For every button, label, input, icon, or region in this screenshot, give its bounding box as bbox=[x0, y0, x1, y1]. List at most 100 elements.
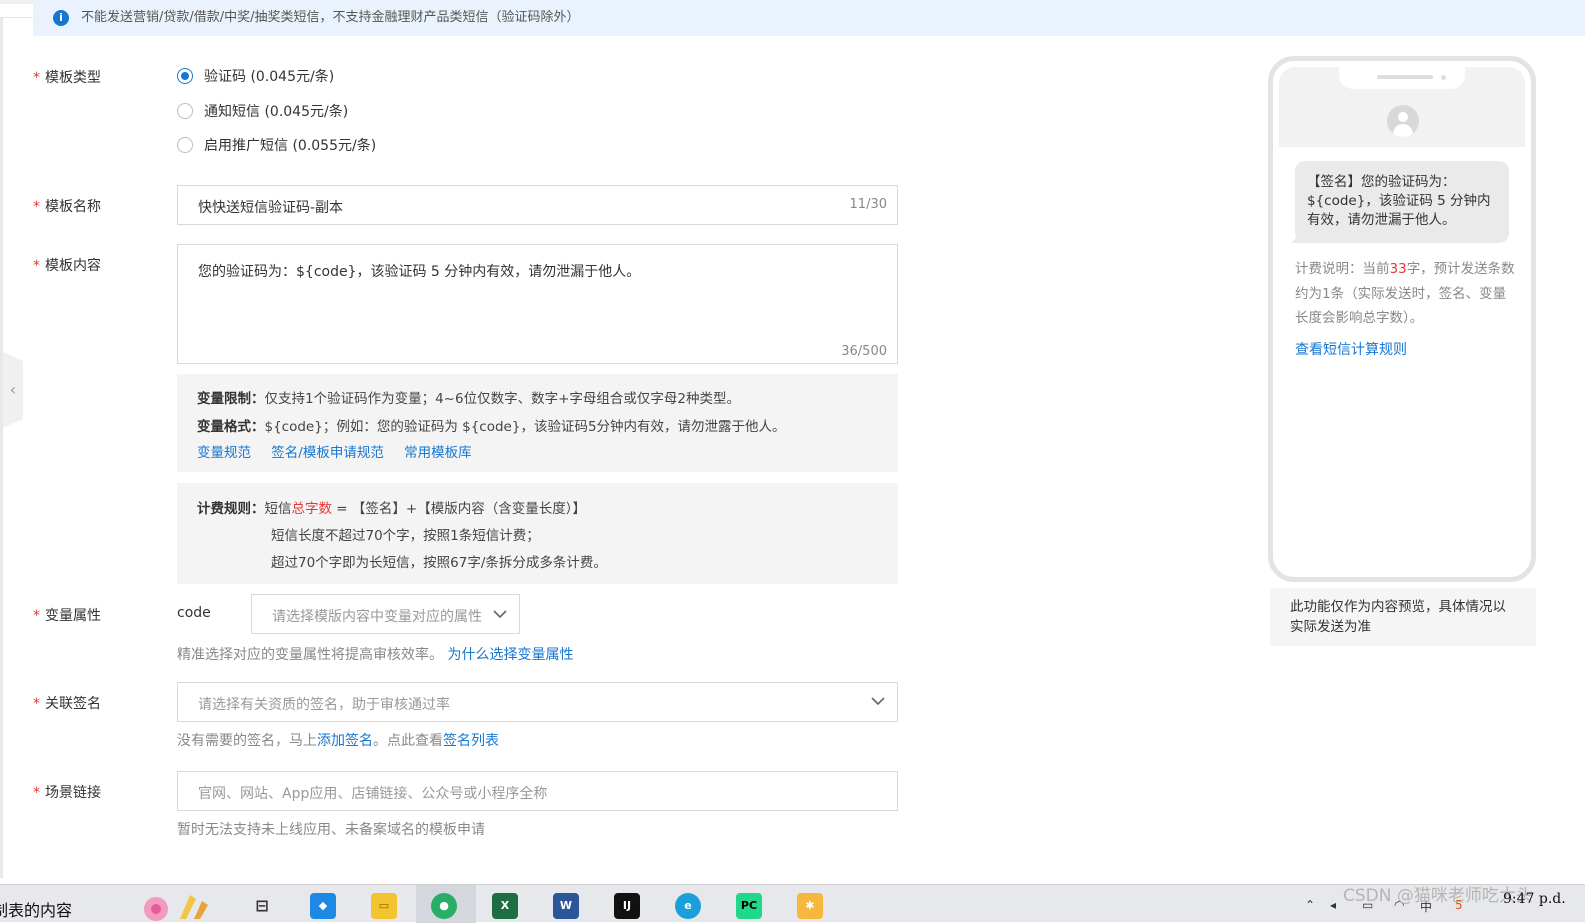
required-mark: * bbox=[33, 199, 40, 215]
hint-text: 。点此查看 bbox=[373, 733, 443, 749]
variable-format-line: 变量格式：${code}；例如：您的验证码为 ${code}，该验证码5分钟内有… bbox=[197, 415, 786, 435]
billing-text: = 【签名】+【模版内容（含变量长度）】 bbox=[332, 501, 586, 517]
task-view-icon[interactable]: ⊟ bbox=[249, 893, 275, 919]
left-sidebar-edge bbox=[0, 18, 3, 878]
variable-format-text: ${code}；例如：您的验证码为 ${code}，该验证码5分钟内有效，请勿泄… bbox=[264, 419, 786, 435]
required-mark: * bbox=[33, 608, 40, 624]
sms-preview-bubble: 【签名】您的验证码为：${code}，该验证码 5 分钟内有效，请勿泄漏于他人。 bbox=[1291, 161, 1509, 243]
variable-limit-line: 变量限制：仅支持1个验证码作为变量；4~6位仅数字、数字+字母组合或仅字母2种类… bbox=[197, 387, 740, 407]
template-content-label-text: 模板内容 bbox=[45, 258, 101, 274]
collapse-sidebar-button[interactable]: ‹ bbox=[3, 352, 23, 428]
variable-limit-text: 仅支持1个验证码作为变量；4~6位仅数字、数字+字母组合或仅字母2种类型。 bbox=[264, 391, 740, 407]
radio-label: 启用推广短信 (0.055元/条) bbox=[204, 138, 377, 154]
scene-link-hint: 暂时无法支持未上线应用、未备案域名的模板申请 bbox=[177, 822, 485, 838]
info-icon: i bbox=[53, 10, 69, 26]
tray-chevron-up-icon[interactable]: ⌃ bbox=[1305, 898, 1319, 912]
billing-rule-line: 短信长度不超过70个字，按照1条短信计费； bbox=[271, 528, 540, 544]
wechat-icon[interactable]: ● bbox=[431, 893, 457, 919]
radio-promotion[interactable]: 启用推广短信 (0.055元/条) bbox=[177, 135, 376, 155]
info-banner: i 不能发送营销/贷款/借款/中奖/抽奖类短信，不支持金融理财产品类短信（验证码… bbox=[33, 0, 1585, 36]
fee-count: 33 bbox=[1389, 261, 1407, 277]
vscode-icon[interactable]: ◆ bbox=[310, 893, 336, 919]
taskbar-clock[interactable]: 9:47 p.d. bbox=[1503, 891, 1566, 907]
billing-rule-line: 计费规则：短信总字数 = 【签名】+【模版内容（含变量长度）】 bbox=[197, 497, 586, 517]
hint-text: 精准选择对应的变量属性将提高审核效率。 bbox=[177, 647, 443, 663]
edge-icon[interactable]: e bbox=[675, 893, 701, 919]
radio-unchecked-icon[interactable] bbox=[177, 137, 193, 153]
scene-link-label: * 场景链接 bbox=[33, 782, 101, 802]
link-add-signature[interactable]: 添加签名 bbox=[317, 733, 373, 749]
template-type-label-text: 模板类型 bbox=[45, 70, 101, 86]
char-counter: 11/30 bbox=[849, 197, 887, 212]
select-placeholder: 请选择模版内容中变量对应的属性 bbox=[272, 609, 482, 625]
variable-name: code bbox=[177, 605, 211, 621]
intellij-icon[interactable]: IJ bbox=[614, 893, 640, 919]
chevron-down-icon bbox=[493, 610, 507, 619]
link-signature-list[interactable]: 签名列表 bbox=[443, 733, 499, 749]
phone-notch bbox=[1339, 67, 1465, 89]
folder-icon[interactable]: ▭ bbox=[371, 893, 397, 919]
hint-text: 没有需要的签名，马上 bbox=[177, 733, 317, 749]
signature-label-text: 关联签名 bbox=[45, 696, 101, 712]
key-app-icon[interactable]: ✱ bbox=[797, 893, 823, 919]
variable-attr-hint: 精准选择对应的变量属性将提高审核效率。 为什么选择变量属性 bbox=[177, 644, 573, 664]
fee-text: 计费说明：当前 bbox=[1295, 261, 1390, 277]
template-name-label-text: 模板名称 bbox=[45, 199, 101, 215]
chevron-left-icon: ‹ bbox=[9, 380, 17, 399]
required-mark: * bbox=[33, 70, 40, 86]
billing-rules-box: 计费规则：短信总字数 = 【签名】+【模版内容（含变量长度）】 短信长度不超过7… bbox=[177, 483, 898, 584]
info-banner-text: 不能发送营销/贷款/借款/中奖/抽奖类短信，不支持金融理财产品类短信（验证码除外… bbox=[81, 10, 580, 25]
billing-text: 短信 bbox=[264, 501, 292, 517]
scene-link-label-text: 场景链接 bbox=[45, 785, 101, 801]
radio-label: 验证码 (0.045元/条) bbox=[204, 69, 335, 85]
required-mark: * bbox=[33, 785, 40, 801]
radio-label: 通知短信 (0.045元/条) bbox=[204, 104, 349, 120]
chevron-down-icon bbox=[871, 697, 885, 706]
template-name-label: * 模板名称 bbox=[33, 196, 101, 216]
template-content-value: 您的验证码为：${code}，该验证码 5 分钟内有效，请勿泄漏于他人。 bbox=[198, 264, 641, 280]
radio-notification[interactable]: 通知短信 (0.045元/条) bbox=[177, 101, 348, 121]
variable-attr-select[interactable]: 请选择模版内容中变量对应的属性 bbox=[251, 594, 520, 634]
template-name-value: 快快送短信验证码-副本 bbox=[198, 200, 344, 216]
template-content-textarea[interactable]: 您的验证码为：${code}，该验证码 5 分钟内有效，请勿泄漏于他人。 36/… bbox=[177, 244, 898, 364]
required-mark: * bbox=[33, 696, 40, 712]
phone-header bbox=[1279, 67, 1525, 147]
billing-highlight: 总字数 bbox=[291, 501, 333, 517]
link-apply-spec[interactable]: 签名/模板申请规范 bbox=[271, 445, 384, 461]
phone-speaker bbox=[1377, 75, 1433, 79]
signature-hint: 没有需要的签名，马上添加签名。点此查看签名列表 bbox=[177, 730, 499, 750]
variable-format-title: 变量格式： bbox=[197, 419, 265, 435]
link-sms-calc-rules[interactable]: 查看短信计算规则 bbox=[1295, 339, 1407, 359]
link-template-library[interactable]: 常用模板库 bbox=[404, 445, 472, 461]
taskbar-app-text: 制表的内容 bbox=[0, 901, 73, 920]
template-name-input[interactable]: 快快送短信验证码-副本 11/30 bbox=[177, 185, 898, 225]
variable-attr-label-text: 变量属性 bbox=[45, 608, 101, 624]
signature-select[interactable]: 请选择有关资质的签名，助于审核通过率 bbox=[177, 682, 898, 722]
volume-icon[interactable]: ◂ bbox=[1330, 898, 1344, 912]
link-variable-spec[interactable]: 变量规范 bbox=[197, 445, 251, 461]
input-placeholder: 官网、网站、App应用、店铺链接、公众号或小程序全称 bbox=[198, 786, 548, 802]
variable-limit-title: 变量限制： bbox=[197, 391, 265, 407]
required-mark: * bbox=[33, 258, 40, 274]
phone-preview: 【签名】您的验证码为：${code}，该验证码 5 分钟内有效，请勿泄漏于他人。… bbox=[1268, 56, 1536, 582]
variable-links: 变量规范 签名/模板申请规范 常用模板库 bbox=[197, 441, 472, 461]
scene-link-input[interactable]: 官网、网站、App应用、店铺链接、公众号或小程序全称 bbox=[177, 771, 898, 811]
excel-icon[interactable]: X bbox=[492, 893, 518, 919]
variable-info-box: 变量限制：仅支持1个验证码作为变量；4~6位仅数字、数字+字母组合或仅字母2种类… bbox=[177, 374, 898, 472]
fee-note: 计费说明：当前33字，预计发送条数约为1条（实际发送时，签名、变量长度会影响总字… bbox=[1295, 257, 1515, 331]
flower-sticker-icon bbox=[144, 895, 208, 921]
word-icon[interactable]: W bbox=[553, 893, 579, 919]
phone-camera bbox=[1441, 75, 1446, 80]
link-why-variable-attr[interactable]: 为什么选择变量属性 bbox=[447, 647, 573, 663]
radio-verification-code[interactable]: 验证码 (0.045元/条) bbox=[177, 66, 334, 86]
signature-label: * 关联签名 bbox=[33, 693, 101, 713]
billing-rules-title: 计费规则： bbox=[197, 501, 265, 517]
template-content-label: * 模板内容 bbox=[33, 255, 101, 275]
avatar-icon bbox=[1387, 105, 1419, 137]
variable-attr-label: * 变量属性 bbox=[33, 605, 101, 625]
radio-unchecked-icon[interactable] bbox=[177, 103, 193, 119]
billing-rule-line: 超过70个字即为长短信，按照67字/条拆分成多条计费。 bbox=[271, 555, 607, 571]
radio-checked-icon[interactable] bbox=[177, 68, 193, 84]
select-placeholder: 请选择有关资质的签名，助于审核通过率 bbox=[198, 697, 450, 713]
pycharm-icon[interactable]: PC bbox=[736, 893, 762, 919]
